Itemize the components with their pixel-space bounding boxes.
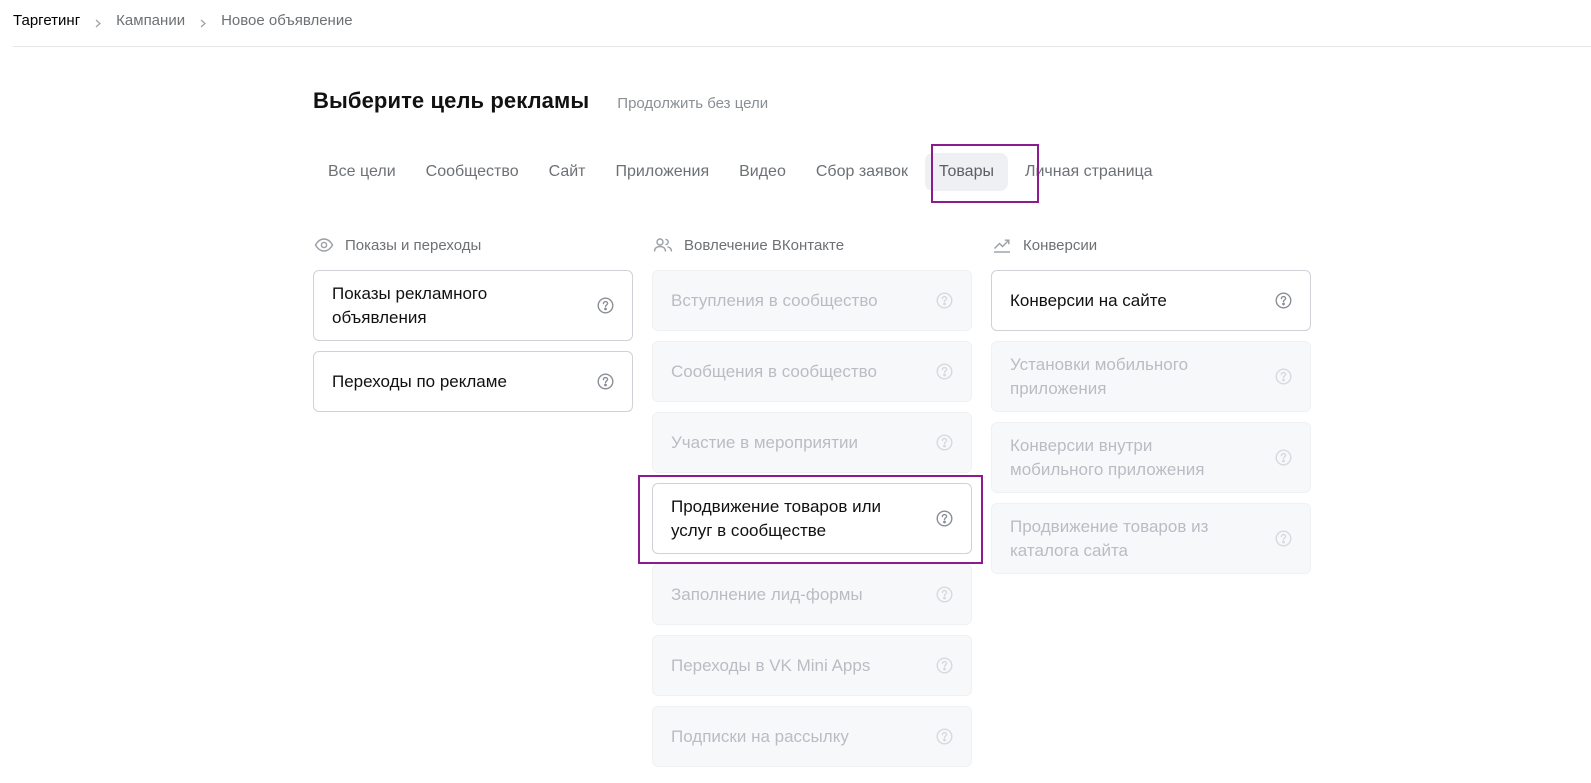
chevron-right-icon: [93, 19, 103, 28]
goal-card-event-participation[interactable]: Участие в мероприятии: [652, 412, 972, 473]
goal-card-community-joins[interactable]: Вступления в сообщество: [652, 270, 972, 331]
help-icon[interactable]: [936, 657, 953, 674]
column-engagement: Вовлечение ВКонтакте Вступления в сообще…: [652, 233, 972, 777]
column-impressions: Показы и переходы Показы рекламного объя…: [313, 233, 633, 422]
goal-card-label: Конверсии на сайте: [1010, 290, 1167, 310]
tab-video[interactable]: Видео: [724, 153, 801, 191]
help-icon[interactable]: [936, 510, 953, 527]
tab-community[interactable]: Сообщество: [411, 153, 534, 191]
breadcrumb-new-ad: Новое объявление: [221, 11, 353, 29]
goal-card-label: Продвижение товаров из каталога сайта: [1010, 516, 1209, 560]
goal-card-ad-impressions[interactable]: Показы рекламного объявления: [313, 270, 633, 341]
goal-card-ad-clicks[interactable]: Переходы по рекламе: [313, 351, 633, 412]
goal-card-label: Конверсии внутри мобильного приложения: [1010, 435, 1205, 479]
goal-card-label: Переходы по рекламе: [332, 371, 507, 391]
goal-card-promote-products-community[interactable]: Продвижение товаров или услуг в сообщест…: [652, 483, 972, 554]
goal-card-app-installs[interactable]: Установки мобильного приложения: [991, 341, 1311, 412]
tab-site[interactable]: Сайт: [534, 153, 601, 191]
goal-card-label: Сообщения в сообщество: [671, 361, 877, 381]
goal-card-in-app-conversions[interactable]: Конверсии внутри мобильного приложения: [991, 422, 1311, 493]
breadcrumb-targeting[interactable]: Таргетинг: [13, 12, 80, 29]
help-icon[interactable]: [936, 434, 953, 451]
chevron-right-icon: [198, 19, 208, 28]
help-icon[interactable]: [936, 728, 953, 745]
help-icon[interactable]: [597, 297, 614, 314]
goal-card-label: Переходы в VK Mini Apps: [671, 655, 871, 675]
page-title: Выберите цель рекламы: [313, 88, 590, 113]
help-icon[interactable]: [597, 373, 614, 390]
goal-card-site-conversions[interactable]: Конверсии на сайте: [991, 270, 1311, 331]
tab-products[interactable]: Товары: [924, 153, 1008, 191]
column-title: Показы и переходы: [345, 236, 482, 254]
tab-all-goals[interactable]: Все цели: [313, 153, 411, 191]
column-title: Вовлечение ВКонтакте: [684, 236, 845, 254]
continue-without-goal-link[interactable]: Продолжить без цели: [617, 95, 768, 112]
help-icon[interactable]: [1275, 449, 1292, 466]
breadcrumb: Таргетинг Кампании Новое объявление: [13, 10, 353, 30]
help-icon[interactable]: [1275, 292, 1292, 309]
goal-card-label: Продвижение товаров или услуг в сообщест…: [671, 496, 882, 540]
help-icon[interactable]: [1275, 368, 1292, 385]
tab-lead-collection[interactable]: Сбор заявок: [801, 153, 923, 191]
goal-card-label: Участие в мероприятии: [671, 432, 859, 452]
help-icon[interactable]: [936, 292, 953, 309]
goal-card-label: Вступления в сообщество: [671, 290, 878, 310]
goal-card-lead-form[interactable]: Заполнение лид-формы: [652, 564, 972, 625]
goal-card-site-catalog-promotion[interactable]: Продвижение товаров из каталога сайта: [991, 503, 1311, 574]
help-icon[interactable]: [936, 586, 953, 603]
column-header: Вовлечение ВКонтакте: [652, 233, 972, 257]
breadcrumb-campaigns[interactable]: Кампании: [116, 12, 185, 29]
column-header: Показы и переходы: [313, 233, 633, 257]
help-icon[interactable]: [936, 363, 953, 380]
goal-card-label: Установки мобильного приложения: [1010, 354, 1189, 398]
column-title: Конверсии: [1023, 236, 1098, 254]
tab-personal-page[interactable]: Личная страница: [1010, 153, 1168, 191]
goal-tabs: Все цели Сообщество Сайт Приложения Виде…: [313, 153, 1168, 191]
eye-icon: [313, 236, 335, 254]
column-header: Конверсии: [991, 233, 1311, 257]
goal-card-label: Подписки на рассылку: [671, 726, 849, 746]
help-icon[interactable]: [1275, 530, 1292, 547]
tab-apps[interactable]: Приложения: [601, 153, 725, 191]
title-row: Выберите цель рекламы Продолжить без цел…: [313, 88, 768, 114]
goal-card-label: Заполнение лид-формы: [671, 584, 863, 604]
header-divider: [13, 46, 1591, 47]
column-conversions: Конверсии Конверсии на сайте Установки м…: [991, 233, 1311, 584]
goal-card-label: Показы рекламного объявления: [332, 283, 488, 327]
goal-card-newsletter-subscriptions[interactable]: Подписки на рассылку: [652, 706, 972, 767]
trend-up-icon: [991, 236, 1013, 254]
goal-card-vk-mini-apps[interactable]: Переходы в VK Mini Apps: [652, 635, 972, 696]
goal-card-community-messages[interactable]: Сообщения в сообщество: [652, 341, 972, 402]
users-icon: [652, 236, 674, 254]
